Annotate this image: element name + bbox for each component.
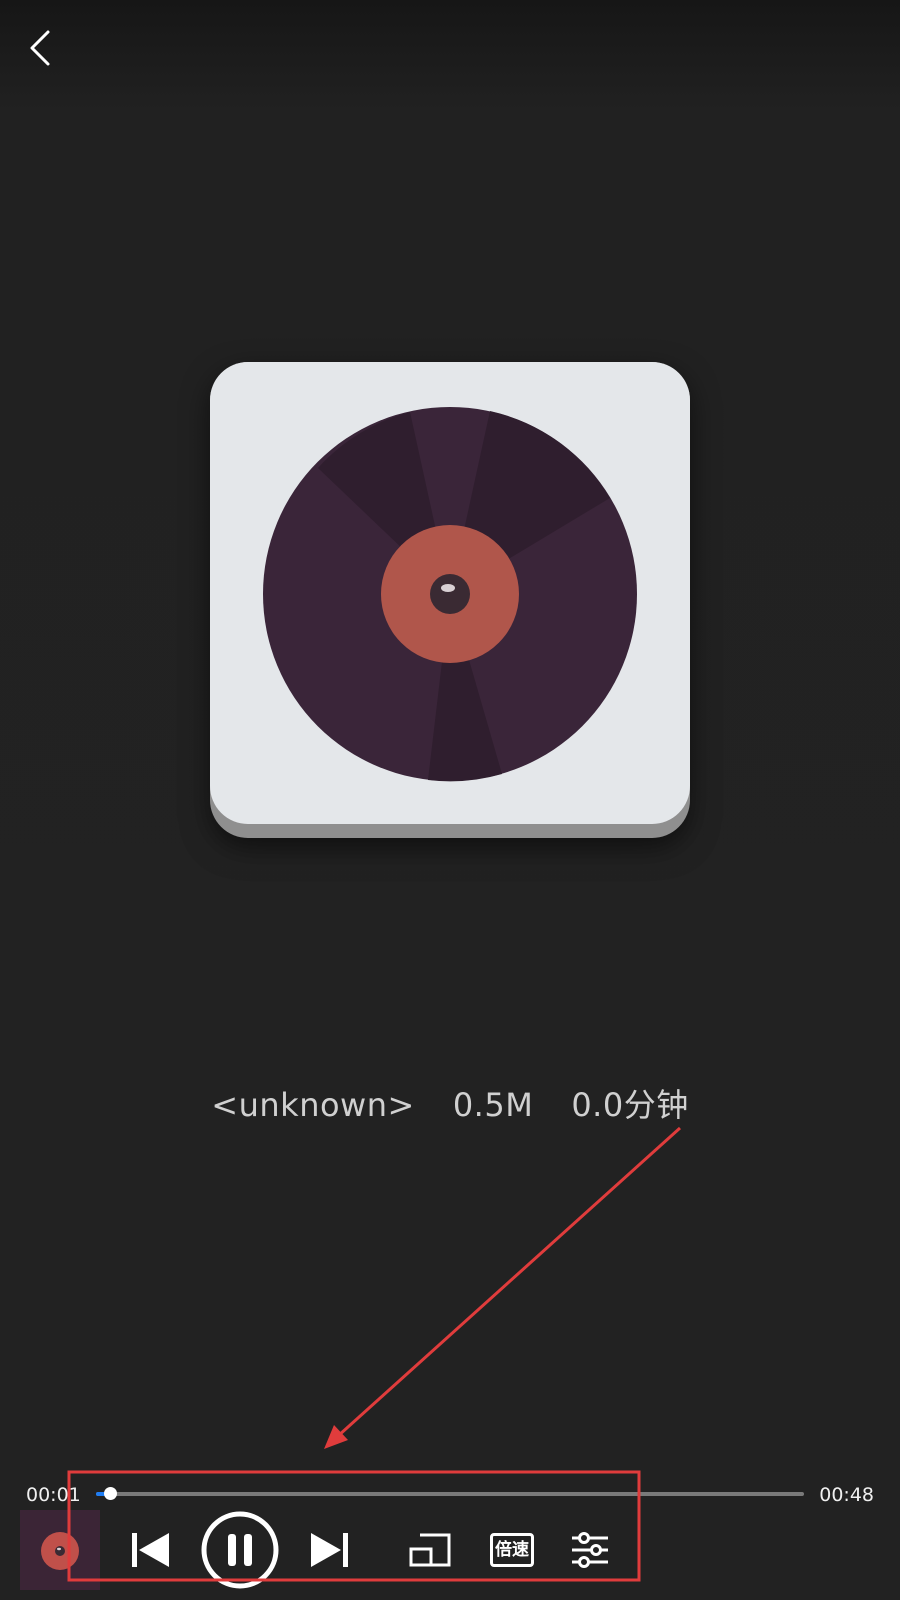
annotation-arrow-line	[336, 1126, 682, 1438]
pause-icon	[201, 1511, 279, 1589]
track-size: 0.5M	[452, 1086, 534, 1124]
annotation-arrowhead	[324, 1425, 348, 1449]
pause-button[interactable]	[198, 1508, 282, 1592]
total-time: 00:48	[819, 1484, 874, 1506]
playback-controls: 倍速	[0, 1508, 900, 1592]
current-time: 00:01	[26, 1484, 81, 1506]
next-button[interactable]	[306, 1508, 354, 1592]
sliders-icon	[572, 1532, 608, 1568]
pip-button[interactable]	[404, 1508, 456, 1592]
speed-badge: 倍速	[490, 1533, 534, 1567]
album-art	[210, 362, 690, 838]
skip-next-icon	[311, 1533, 348, 1567]
player-screen: <unknown> 0.5M 0.0分钟 00:01 00:48 倍速	[0, 0, 900, 1600]
track-info: <unknown> 0.5M 0.0分钟	[0, 1080, 900, 1126]
track-artist: <unknown>	[211, 1086, 415, 1124]
back-button[interactable]	[22, 24, 62, 72]
progress-thumb[interactable]	[104, 1487, 118, 1500]
chevron-left-icon	[30, 30, 50, 66]
equalizer-button[interactable]	[568, 1508, 612, 1592]
speed-button[interactable]: 倍速	[486, 1508, 538, 1592]
picture-in-picture-icon	[409, 1533, 451, 1567]
skip-previous-icon	[132, 1533, 169, 1567]
track-duration: 0.0分钟	[571, 1086, 689, 1124]
previous-button[interactable]	[126, 1508, 174, 1592]
album-card	[210, 362, 690, 824]
vinyl-record-icon	[263, 407, 637, 782]
speed-label: 倍速	[495, 1539, 529, 1560]
progress-bar[interactable]	[96, 1487, 804, 1500]
